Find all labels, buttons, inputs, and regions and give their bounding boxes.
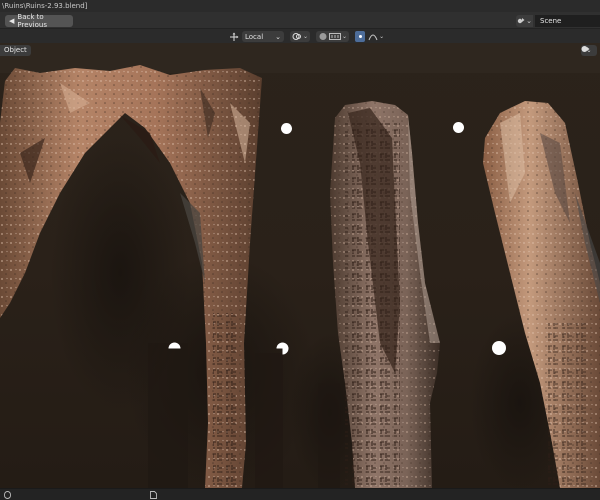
window-title: \Ruins\Ruins-2.93.blend] — [2, 2, 88, 10]
document-icon — [150, 491, 157, 499]
proportional-editing-icon — [368, 34, 378, 41]
light-gizmo-icon[interactable] — [492, 341, 506, 355]
viewport-render — [0, 43, 600, 488]
light-gizmo-icon[interactable] — [453, 122, 464, 133]
viewport-shading-button[interactable]: ⌄ — [581, 45, 597, 56]
back-arrow-icon: ◀ — [9, 17, 15, 25]
light-gizmo-icon[interactable] — [281, 123, 292, 134]
scene-name-field[interactable]: Scene — [535, 15, 600, 27]
viewport-shading-icon — [581, 46, 590, 52]
snap-toggle-button[interactable] — [355, 31, 366, 42]
chevron-down-icon: ⌄ — [342, 33, 348, 40]
proportional-editing-button[interactable]: ⌄ — [368, 32, 384, 41]
viewport-header: Local ⌄ ⌄ ⌄ ⌄ — [0, 29, 600, 43]
chevron-down-icon: ⌄ — [379, 33, 385, 40]
scene-selector: ⌄ Scene — [516, 15, 600, 27]
snap-element-dropdown[interactable]: ⌄ — [316, 31, 350, 42]
pivot-point-dropdown[interactable]: ⌄ — [290, 31, 311, 42]
top-bar: ◀ Back to Previous ⌄ Scene — [0, 12, 600, 29]
interaction-mode-button[interactable]: Object — [0, 45, 31, 56]
transform-pivot-icon[interactable] — [229, 32, 239, 42]
light-gizmo-icon[interactable] — [168, 342, 181, 355]
scene-icon — [517, 18, 525, 24]
orientation-label: Local — [245, 32, 264, 41]
pivot-point-icon — [292, 33, 301, 40]
scene-browse-button[interactable]: ⌄ — [516, 15, 533, 27]
transform-orientation-dropdown[interactable]: Local ⌄ — [242, 31, 284, 42]
chevron-down-icon: ⌄ — [303, 33, 309, 40]
back-to-previous-label: Back to Previous — [17, 13, 47, 29]
snap-increment-icon — [329, 33, 341, 40]
transform-orientation-group: Local ⌄ ⌄ ⌄ ⌄ — [229, 31, 384, 42]
chevron-down-icon: ⌄ — [526, 17, 532, 25]
chevron-down-icon: ⌄ — [275, 32, 281, 41]
light-gizmo-icon[interactable] — [276, 342, 289, 355]
3d-viewport[interactable]: Object ⌄ — [0, 43, 600, 488]
mouse-icon — [4, 491, 11, 499]
back-to-previous-button[interactable]: ◀ Back to Previous — [5, 13, 73, 29]
status-bar — [0, 488, 600, 500]
snap-icon — [319, 33, 327, 40]
window-titlebar: \Ruins\Ruins-2.93.blend] — [0, 0, 600, 12]
